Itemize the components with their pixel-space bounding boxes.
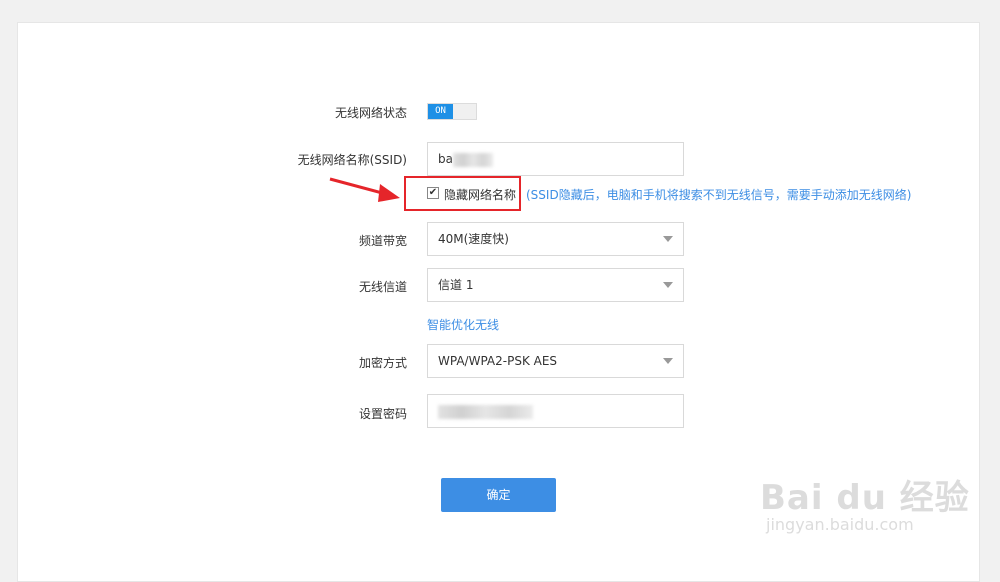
hide-ssid-label: 隐藏网络名称 [444,188,517,202]
watermark: Bai du 经验 jingyan.baidu.com [760,470,970,534]
encryption-select[interactable]: WPA/WPA2-PSK AES [427,344,684,378]
confirm-button[interactable]: 确定 [441,478,556,512]
annotation-arrow-icon [329,177,400,202]
chevron-down-icon [663,236,673,242]
password-redacted [438,404,533,419]
hide-ssid-checkbox[interactable]: ✔ [427,187,439,199]
hide-ssid-hint: (SSID隐藏后，电脑和手机将搜索不到无线信号，需要手动添加无线网络) [526,188,912,202]
channel-label: 无线信道 [358,280,407,294]
wifi-status-label: 无线网络状态 [334,106,407,120]
password-label: 设置密码 [358,407,407,421]
bandwidth-select[interactable]: 40M(速度快) [427,222,684,256]
encryption-value: WPA/WPA2-PSK AES [438,354,558,368]
chevron-down-icon [663,282,673,288]
ssid-input[interactable]: ba [427,142,684,176]
chevron-down-icon [663,358,673,364]
ssid-value: ba [438,152,453,166]
bandwidth-label: 频道带宽 [358,234,407,248]
ssid-label: 无线网络名称(SSID) [297,153,407,167]
bandwidth-value: 40M(速度快) [438,232,509,246]
toggle-on-indicator: ON [428,104,453,119]
channel-value: 信道 1 [438,278,474,292]
ssid-redacted [452,152,493,167]
encryption-label: 加密方式 [358,356,407,370]
channel-select[interactable]: 信道 1 [427,268,684,302]
password-input[interactable] [427,394,684,428]
wifi-status-toggle[interactable]: ON [427,103,477,120]
optimize-wireless-link[interactable]: 智能优化无线 [427,316,499,333]
watermark-brand: Bai du 经验 [760,478,970,518]
